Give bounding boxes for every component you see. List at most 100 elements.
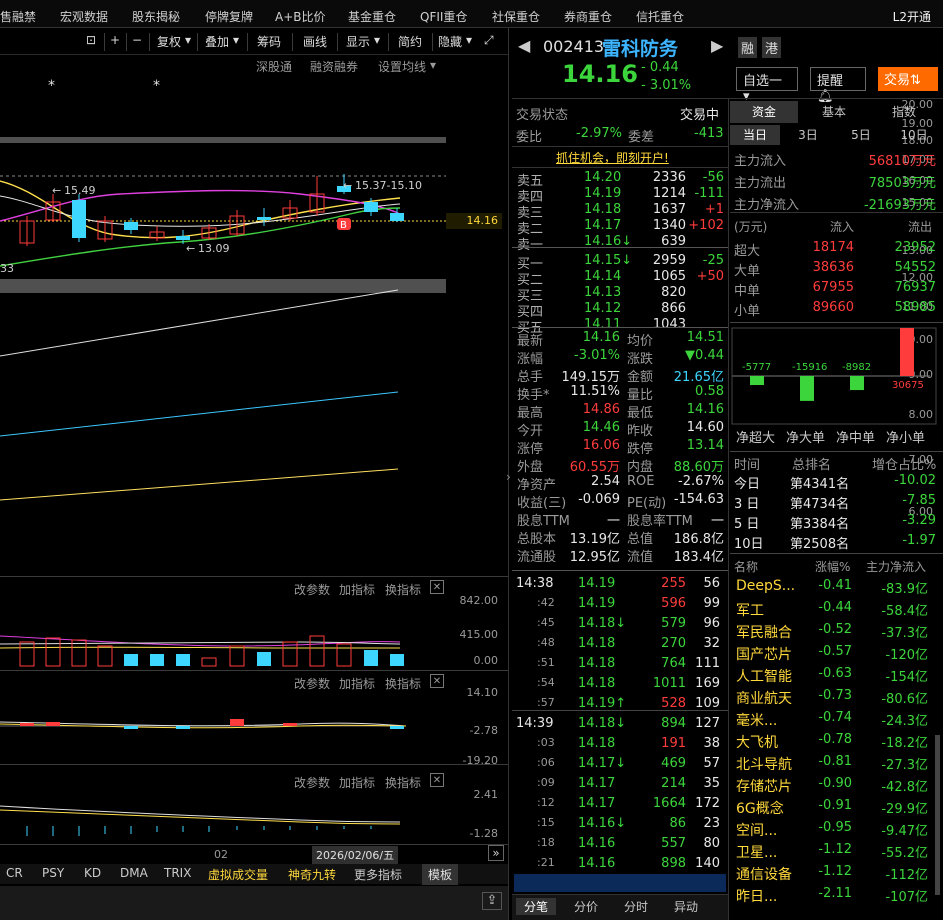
buy-level-price[interactable]: 14.15↓ [584, 253, 632, 268]
close-icon[interactable]: ✕ [430, 773, 444, 787]
menu-item[interactable]: 券商重仓 [564, 8, 612, 25]
sz-connect-link[interactable]: 深股通 [256, 58, 292, 75]
sector-name[interactable]: DeepS... [736, 578, 795, 594]
tab-kd[interactable]: KD [84, 866, 101, 880]
display-dropdown-icon[interactable]: ▾ [374, 33, 380, 52]
export-icon[interactable]: ⇪ [482, 892, 502, 910]
add-indicator-link[interactable]: 加指标 [339, 581, 375, 598]
change-params-link[interactable]: 改参数 [294, 675, 330, 692]
alert-button[interactable]: 提醒🔔︎ [810, 67, 866, 104]
fuquan-button[interactable]: 复权 [157, 33, 181, 52]
buy-level-price[interactable]: 14.13 [584, 285, 621, 300]
menu-item[interactable]: 售融禁 [0, 8, 36, 25]
sector-name[interactable]: 毫米... [736, 710, 777, 730]
sector-name[interactable]: 军工 [736, 600, 764, 620]
sector-name[interactable]: 昨日... [736, 886, 777, 906]
tab-magic-nine[interactable]: 神奇九转 [288, 866, 336, 883]
scrollbar[interactable] [935, 735, 940, 895]
ma-settings-link[interactable]: 设置均线 [378, 58, 426, 75]
tab-10day[interactable]: 10日 [889, 125, 939, 145]
l2-open-link[interactable]: L2开通 [893, 8, 931, 25]
sell-level-price[interactable]: 14.17 [584, 218, 621, 233]
sector-name[interactable]: 存储芯片 [736, 776, 792, 796]
tab-today[interactable]: 当日 [730, 125, 780, 145]
tab-index[interactable]: 指数 [870, 101, 938, 123]
fullscreen-icon[interactable]: ⤢ [484, 33, 494, 52]
overlay-button[interactable]: 叠加 [205, 33, 229, 52]
tab-cr[interactable]: CR [6, 866, 23, 880]
tab-intraday[interactable]: 分时 [616, 898, 656, 915]
sector-name[interactable]: 大飞机 [736, 732, 778, 752]
hide-button[interactable]: 隐藏 [438, 33, 462, 52]
menu-item[interactable]: 信托重仓 [636, 8, 684, 25]
sector-name[interactable]: 6G概念 [736, 798, 784, 818]
kline-chart[interactable]: B * * ← 15.49 ← 13.09 ← 15.37-15.10 33 [0, 76, 508, 576]
close-icon[interactable]: ✕ [430, 580, 444, 594]
sector-name[interactable]: 北斗导航 [736, 754, 792, 774]
prev-stock-icon[interactable]: ◀ [518, 36, 530, 55]
sector-name[interactable]: 国产芯片 [736, 644, 792, 664]
sector-name[interactable]: 空间... [736, 820, 777, 840]
sector-name[interactable]: 军民融合 [736, 622, 792, 642]
flow-label: 主力净流入 [734, 198, 800, 213]
overlay-dropdown-icon[interactable]: ▾ [233, 33, 239, 52]
watchlist-button[interactable]: 自选一 ▾ [736, 67, 798, 104]
collapse-panel-icon[interactable]: › [506, 470, 511, 484]
menu-item[interactable]: 宏观数据 [60, 8, 108, 25]
fuquan-dropdown-icon[interactable]: ▾ [185, 33, 191, 52]
hide-dropdown-icon[interactable]: ▾ [466, 33, 472, 52]
tab-price-dist[interactable]: 分价 [566, 898, 606, 915]
chips-button[interactable]: 筹码 [257, 33, 281, 52]
sell-level-price[interactable]: 14.19 [584, 186, 621, 201]
display-button[interactable]: 显示 [346, 33, 370, 52]
open-account-link[interactable]: 抓住机会，即刻开户! [556, 149, 669, 166]
ma-settings-dropdown-icon[interactable]: ▾ [430, 58, 436, 72]
tab-template[interactable]: 模板 [422, 864, 459, 885]
add-indicator-link[interactable]: 加指标 [339, 675, 375, 692]
sector-name[interactable]: 商业航天 [736, 688, 792, 708]
tab-dma[interactable]: DMA [120, 866, 148, 880]
sell-level-price[interactable]: 14.20 [584, 170, 621, 185]
scroll-right-icon[interactable]: » [488, 845, 504, 861]
buy-level-price[interactable]: 14.14 [584, 269, 621, 284]
switch-indicator-link[interactable]: 换指标 [385, 774, 421, 791]
menu-item[interactable]: 社保重仓 [492, 8, 540, 25]
sector-name[interactable]: 通信设备 [736, 864, 792, 884]
close-icon[interactable]: ✕ [430, 674, 444, 688]
menu-item[interactable]: 停牌复牌 [205, 8, 253, 25]
switch-indicator-link[interactable]: 换指标 [385, 581, 421, 598]
flow-row-in: 18174 [812, 240, 854, 255]
draw-line-button[interactable]: 画线 [303, 33, 327, 52]
buy-level-price[interactable]: 14.12 [584, 301, 621, 316]
menu-item[interactable]: QFII重仓 [420, 8, 467, 25]
tab-virtual-volume[interactable]: 虚拟成交量 [208, 866, 268, 883]
zoom-in-button[interactable]: + [110, 33, 120, 52]
tab-5day[interactable]: 5日 [836, 125, 886, 145]
sector-name[interactable]: 人工智能 [736, 666, 792, 686]
menu-item[interactable]: 基金重仓 [348, 8, 396, 25]
tab-trix[interactable]: TRIX [164, 866, 191, 880]
zoom-out-button[interactable]: − [132, 33, 142, 52]
sector-name[interactable]: 卫星... [736, 842, 777, 862]
trade-button[interactable]: 交易⇅ [878, 67, 938, 91]
margin-trading-link[interactable]: 融资融券 [310, 58, 358, 75]
tab-psy[interactable]: PSY [42, 866, 64, 880]
tab-3day[interactable]: 3日 [783, 125, 833, 145]
stock-name[interactable]: 雷科防务 [602, 34, 678, 61]
menu-item[interactable]: A+B比价 [275, 8, 326, 25]
tab-funds[interactable]: 资金 [730, 101, 798, 123]
tab-basic[interactable]: 基本 [800, 101, 868, 123]
add-indicator-link[interactable]: 加指标 [339, 774, 375, 791]
next-stock-icon[interactable]: ▶ [711, 36, 723, 55]
tab-ticks[interactable]: 分笔 [516, 898, 556, 915]
lock-icon[interactable]: ⊡ [86, 33, 96, 52]
tab-more-indicators[interactable]: 更多指标 [354, 866, 402, 883]
sell-level-price[interactable]: 14.18 [584, 202, 621, 217]
change-params-link[interactable]: 改参数 [294, 774, 330, 791]
tab-anomaly[interactable]: 异动 [666, 898, 706, 915]
quote-value: 14.51 [686, 330, 724, 345]
menu-item[interactable]: 股东揭秘 [132, 8, 180, 25]
change-params-link[interactable]: 改参数 [294, 581, 330, 598]
simple-button[interactable]: 简约 [398, 33, 422, 52]
switch-indicator-link[interactable]: 换指标 [385, 675, 421, 692]
